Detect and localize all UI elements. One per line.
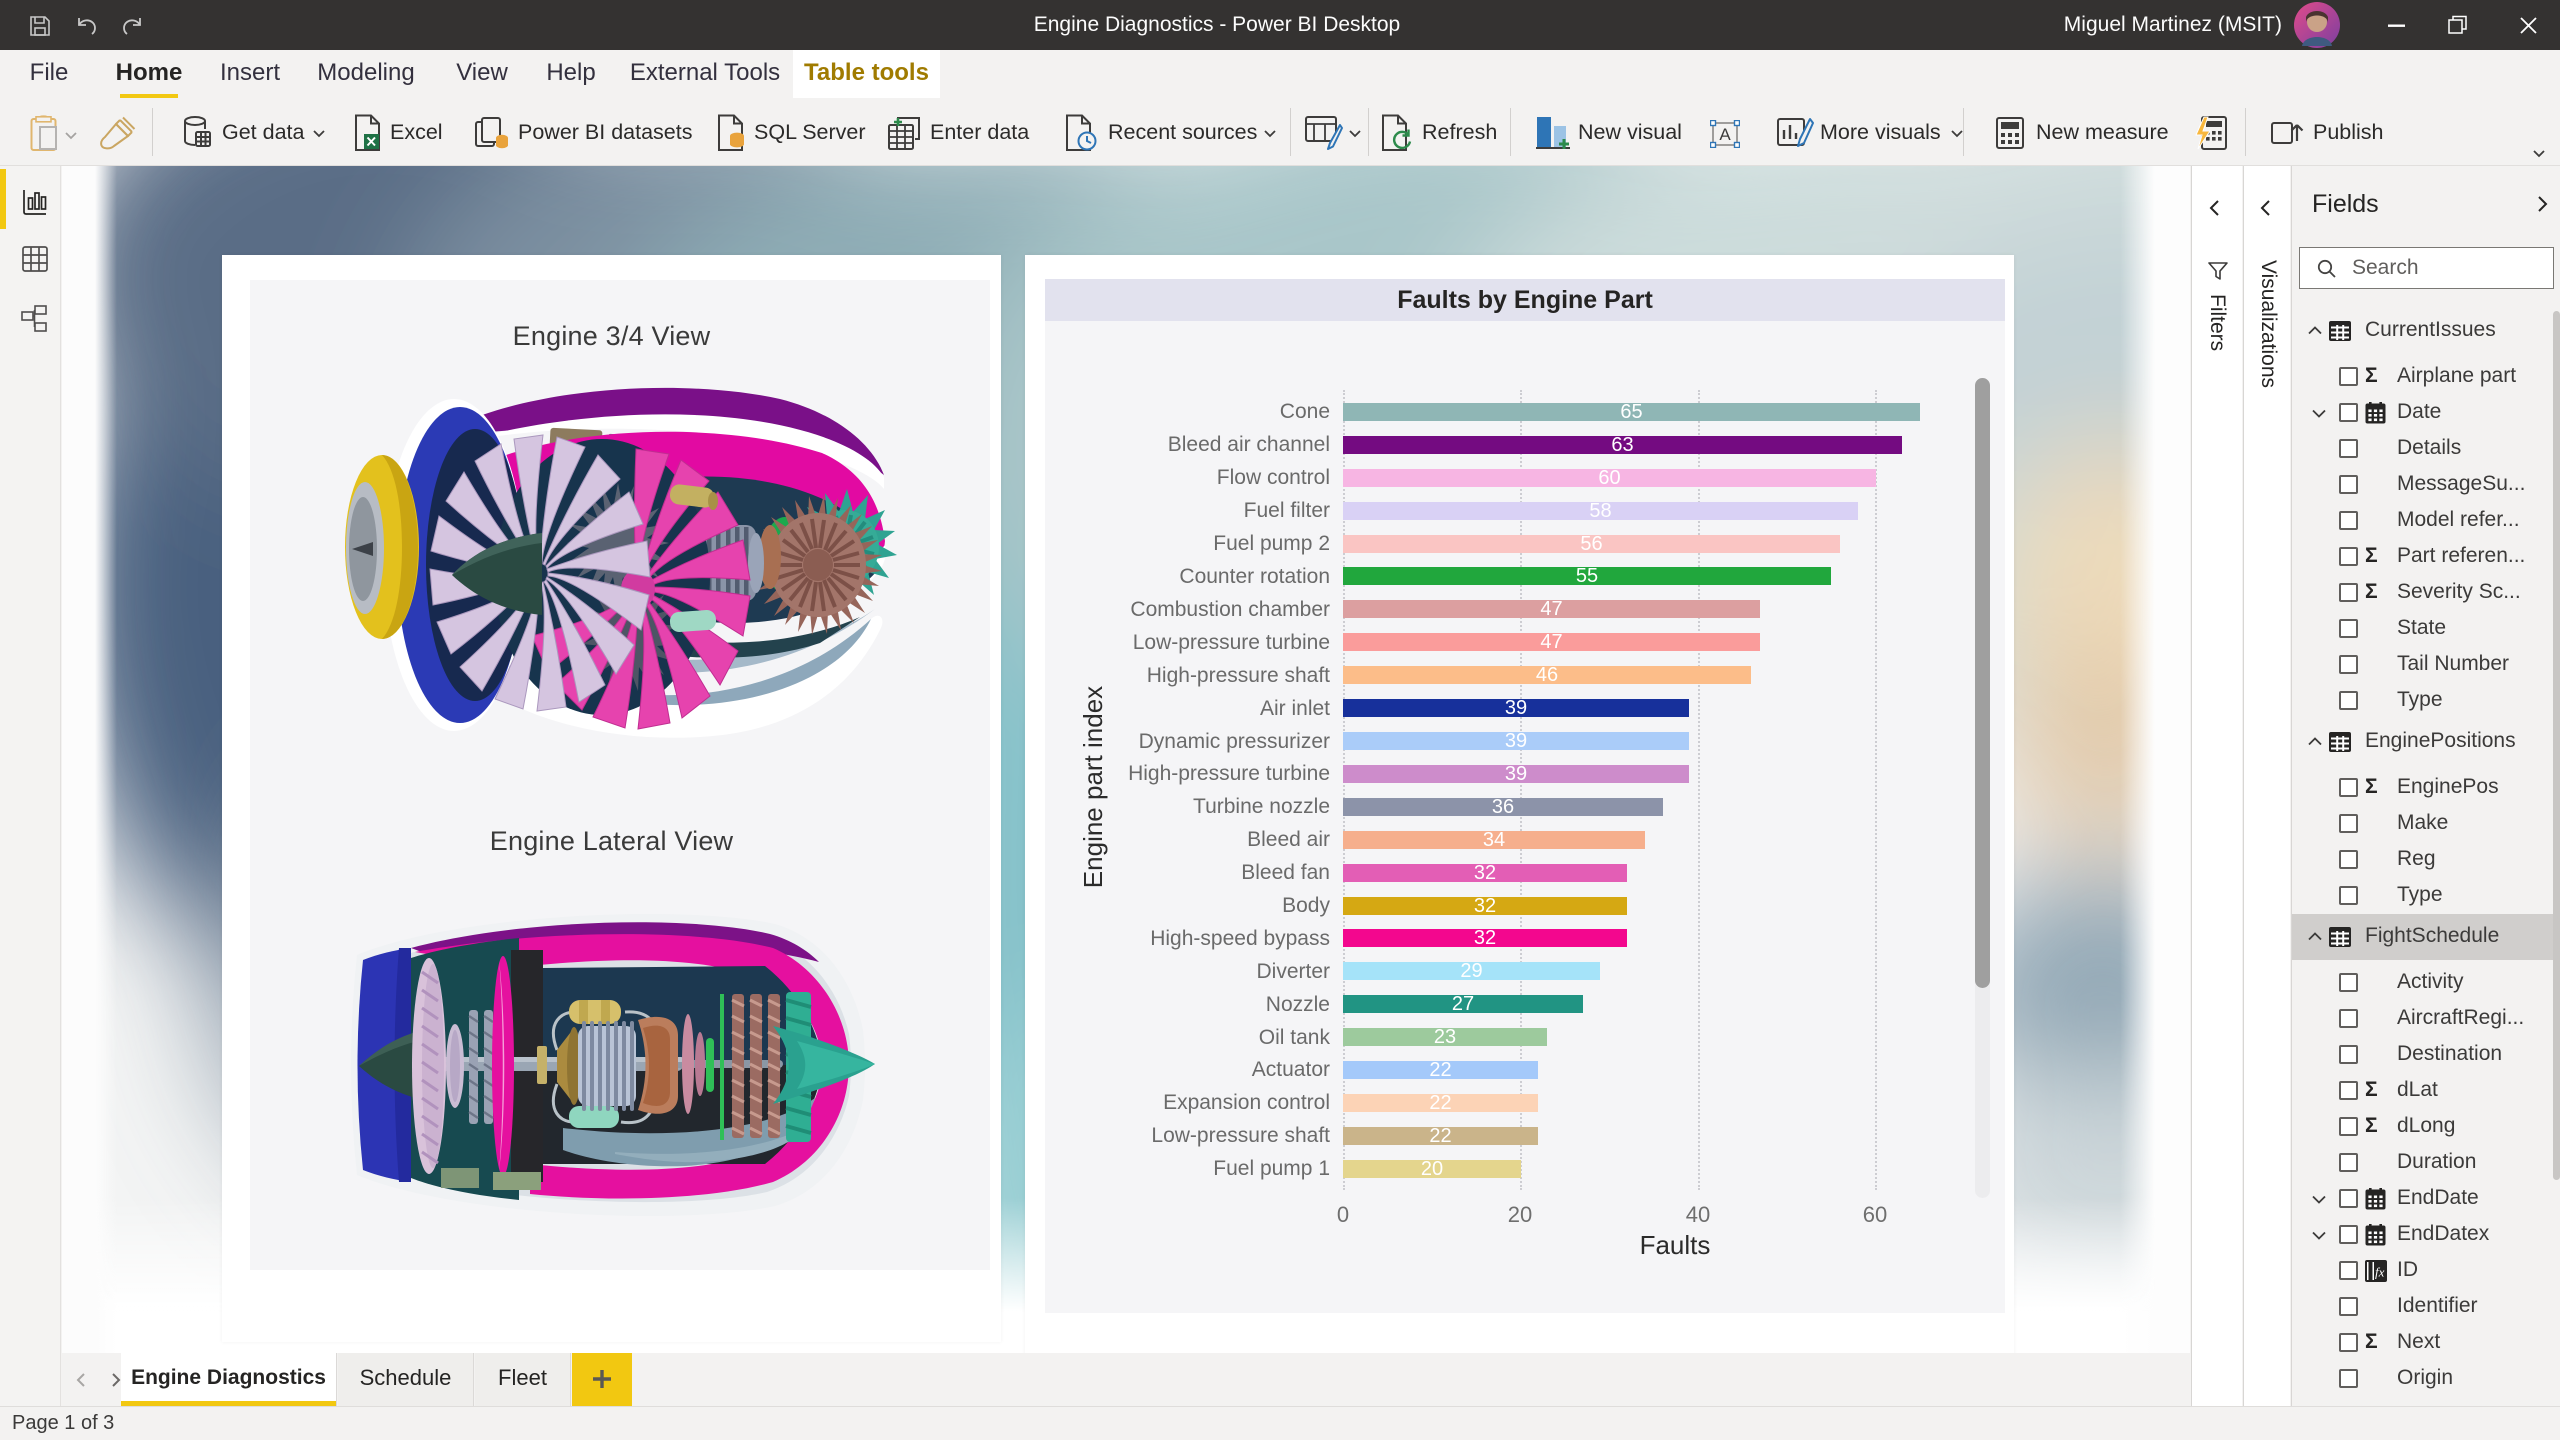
svg-text:A: A <box>1719 125 1731 144</box>
svg-text:fx: fx <box>2375 1265 2385 1280</box>
